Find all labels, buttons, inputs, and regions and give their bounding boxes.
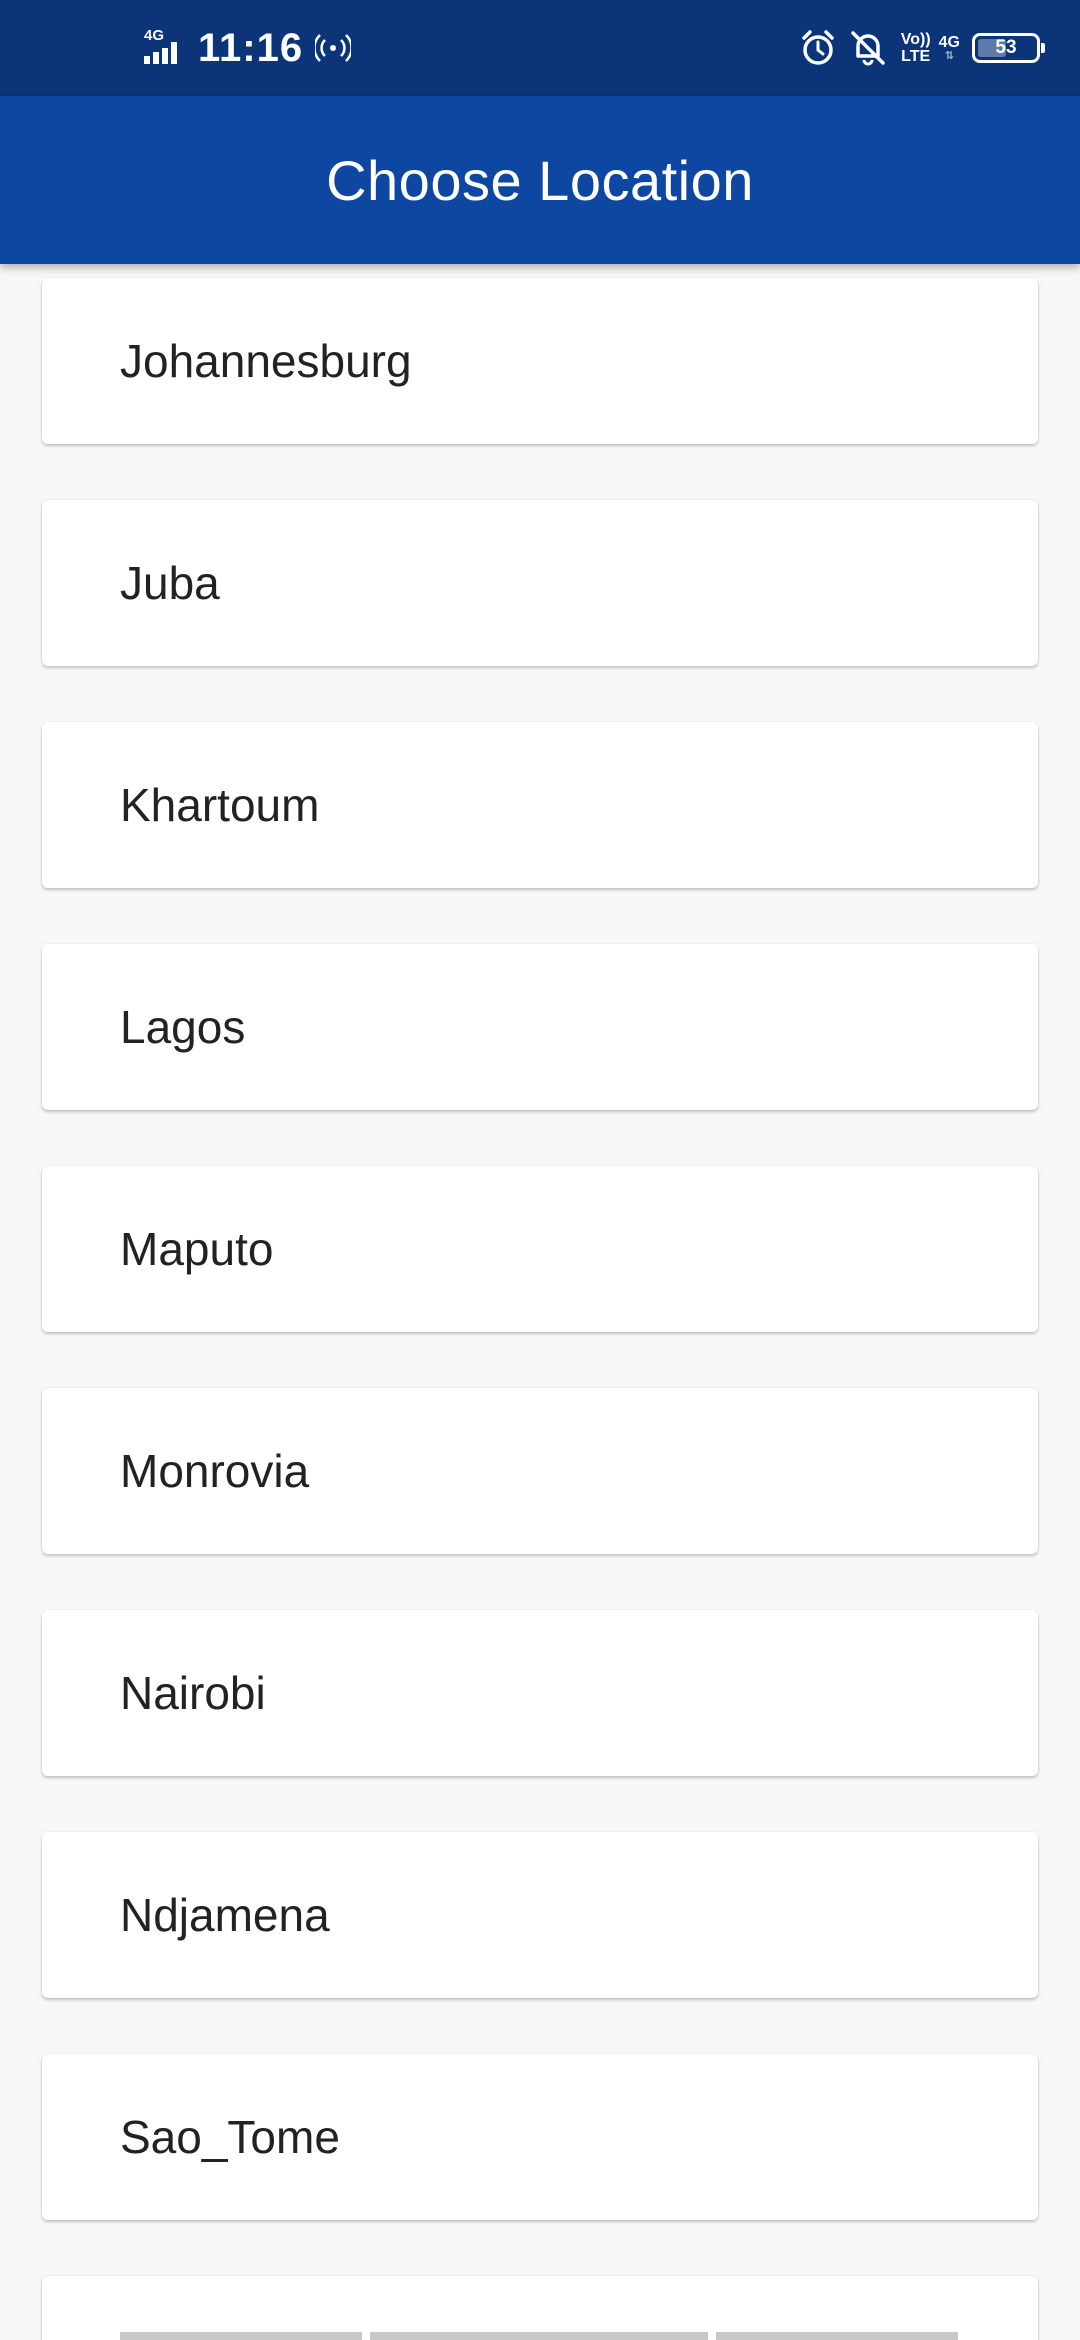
location-item-johannesburg[interactable]: Johannesburg (42, 278, 1038, 444)
volte-top-label: Vo)) (900, 31, 931, 48)
status-bar: 4G 11:16 Vo)) LTE 4G ⇅ 53 (0, 0, 1080, 96)
location-name: Maputo (120, 1223, 274, 1275)
data-network-icon: 4G ⇅ (938, 34, 960, 62)
location-item-juba[interactable]: Juba (42, 500, 1038, 666)
data-type-label: 4G (938, 34, 960, 51)
location-item-ndjamena[interactable]: Ndjamena (42, 1832, 1038, 1998)
battery-icon: 53 (972, 33, 1045, 63)
location-name: Johannesburg (120, 335, 412, 387)
text-placeholder (120, 2332, 362, 2340)
hotspot-icon (315, 34, 352, 62)
status-bar-right: Vo)) LTE 4G ⇅ 53 (799, 0, 1045, 96)
signal-icon: 4G (140, 28, 184, 68)
location-item-sao-tome[interactable]: Sao_Tome (42, 2054, 1038, 2220)
location-name: Khartoum (120, 779, 320, 831)
location-item-lagos[interactable]: Lagos (42, 944, 1038, 1110)
notifications-muted-icon (850, 31, 885, 66)
volte-icon: Vo)) LTE (901, 31, 931, 65)
location-item-monrovia[interactable]: Monrovia (42, 1388, 1038, 1554)
location-list[interactable]: Johannesburg Juba Khartoum Lagos Maputo … (0, 264, 1080, 2340)
battery-level: 53 (995, 37, 1017, 58)
alarm-icon (801, 30, 834, 65)
location-name: Sao_Tome (120, 2111, 340, 2163)
location-name: Juba (120, 557, 220, 609)
location-name: Monrovia (120, 1445, 310, 1497)
network-type-label: 4G (144, 27, 165, 44)
location-item-khartoum[interactable]: Khartoum (42, 722, 1038, 888)
location-item-maputo[interactable]: Maputo (42, 1166, 1038, 1332)
volte-bottom-label: LTE (901, 48, 931, 65)
location-item-partial[interactable] (42, 2276, 1038, 2340)
text-placeholder (716, 2332, 958, 2340)
location-name: Ndjamena (120, 1889, 330, 1941)
location-item-nairobi[interactable]: Nairobi (42, 1610, 1038, 1776)
status-bar-left: 4G 11:16 (140, 0, 352, 96)
location-name: Lagos (120, 1001, 246, 1053)
text-placeholder (370, 2332, 708, 2340)
page-title: Choose Location (326, 148, 754, 212)
location-name: Nairobi (120, 1667, 266, 1719)
app-bar: Choose Location (0, 96, 1080, 264)
clock: 11:16 (198, 25, 304, 70)
